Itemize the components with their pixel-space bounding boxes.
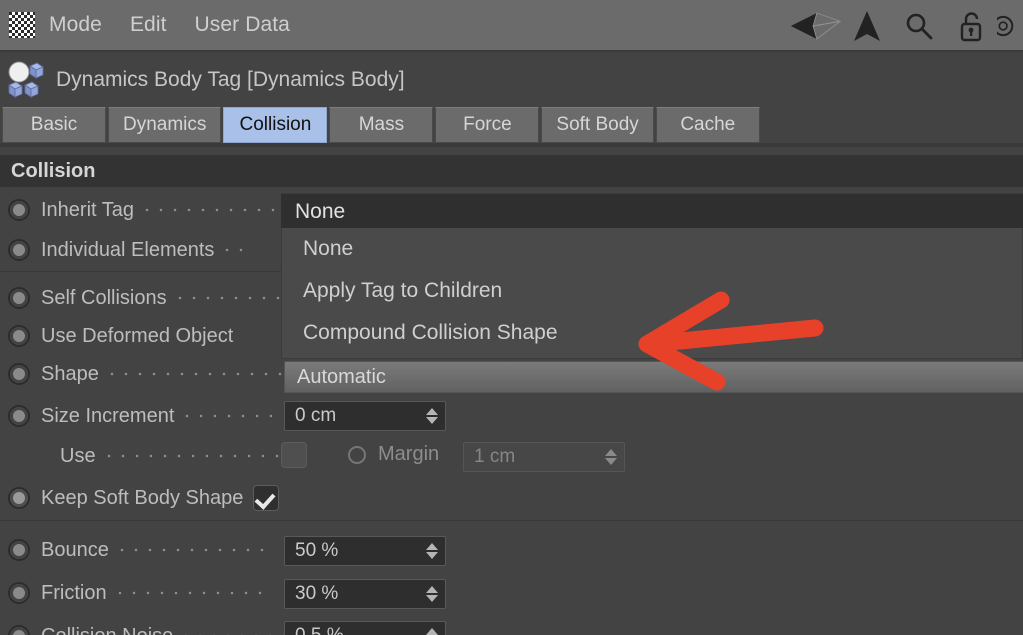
keyframe-dot-icon[interactable]	[8, 582, 30, 604]
keyframe-dot-icon[interactable]	[8, 239, 30, 261]
stepper-arrows-icon[interactable]	[426, 586, 438, 602]
label-collision-noise: Collision Noise	[41, 625, 173, 635]
menu-bar: Mode Edit User Data	[0, 0, 1023, 52]
tab-force[interactable]: Force	[435, 107, 540, 143]
inherit-tag-dropdown-field[interactable]: None	[281, 193, 1023, 229]
divider	[0, 520, 1023, 521]
shape-dropdown[interactable]: Automatic	[284, 361, 1023, 393]
keyframe-dot-icon[interactable]	[8, 405, 30, 427]
menu-item-mode[interactable]: Mode	[49, 13, 102, 37]
row-collision-noise: Collision Noise	[0, 617, 1023, 635]
dot-leader	[101, 446, 282, 466]
label-keep-soft-body-shape: Keep Soft Body Shape	[41, 486, 244, 509]
keyframe-dot-icon[interactable]	[8, 363, 30, 385]
tab-mass[interactable]: Mass	[329, 107, 434, 143]
tab-bar: Basic Dynamics Collision Mass Force Soft…	[0, 107, 1023, 143]
tab-collision[interactable]: Collision	[223, 107, 328, 143]
dot-leader	[112, 583, 268, 603]
size-increment-input[interactable]: 0 cm	[284, 401, 446, 431]
dot-leader	[140, 200, 291, 220]
options-circle-icon[interactable]	[997, 0, 1023, 52]
tab-soft-body[interactable]: Soft Body	[541, 107, 654, 143]
row-keep-soft-body-shape: Keep Soft Body Shape	[0, 479, 1023, 517]
dot-leader	[172, 288, 283, 308]
unlock-icon[interactable]	[945, 0, 997, 52]
dot-leader	[220, 240, 249, 260]
label-friction: Friction	[41, 581, 107, 604]
keyframe-dot-icon[interactable]	[8, 287, 30, 309]
dropdown-option-apply-tag-to-children[interactable]: Apply Tag to Children	[282, 270, 1022, 312]
menu-item-user-data[interactable]: User Data	[195, 13, 290, 37]
label-bounce: Bounce	[41, 538, 109, 561]
keep-soft-body-shape-checkbox[interactable]	[253, 485, 280, 511]
tab-basic[interactable]: Basic	[2, 107, 106, 143]
label-self-collisions: Self Collisions	[41, 286, 167, 309]
size-increment-value: 0 cm	[295, 405, 337, 426]
menu-bar-icons	[789, 0, 1023, 52]
label-shape: Shape	[41, 362, 99, 385]
label-size-increment: Size Increment	[41, 404, 175, 427]
cinema4d-attributes-panel: Mode Edit User Data Dynamics Body Tag [D…	[0, 0, 1023, 635]
dynamics-body-tag-icon	[6, 61, 46, 99]
friction-value: 30 %	[295, 583, 339, 604]
tag-title-row: Dynamics Body Tag [Dynamics Body]	[0, 54, 1023, 106]
label-inherit-tag: Inherit Tag	[41, 198, 135, 221]
tab-underline	[0, 143, 1023, 147]
dropdown-option-compound-collision-shape[interactable]: Compound Collision Shape	[282, 312, 1022, 354]
label-use-deformed-object: Use Deformed Object	[41, 324, 234, 347]
dot-leader	[180, 406, 281, 426]
checker-grid-icon[interactable]	[9, 12, 35, 38]
stepper-arrows-icon[interactable]	[426, 543, 438, 559]
tab-dynamics[interactable]: Dynamics	[108, 107, 222, 143]
margin-value: 1 cm	[474, 446, 516, 467]
stepper-arrows-icon[interactable]	[426, 408, 438, 424]
shape-dropdown-value: Automatic	[297, 365, 386, 388]
collision-noise-value: 0.5 %	[295, 625, 344, 635]
dot-leader	[179, 626, 300, 635]
section-header-collision: Collision	[0, 155, 1023, 187]
dot-leader	[104, 364, 285, 384]
friction-input[interactable]: 30 %	[284, 579, 446, 609]
keyframe-dot-icon[interactable]	[8, 539, 30, 561]
search-icon[interactable]	[893, 0, 945, 52]
keyframe-dot-icon[interactable]	[8, 199, 30, 221]
row-friction: Friction	[0, 574, 1023, 612]
back-arrow-icon[interactable]	[789, 0, 841, 52]
dot-leader	[114, 540, 265, 560]
keyframe-dot-icon[interactable]	[8, 325, 30, 347]
stepper-arrows-icon[interactable]	[605, 449, 617, 465]
label-individual-elements: Individual Elements	[41, 238, 215, 261]
page-title: Dynamics Body Tag [Dynamics Body]	[56, 68, 405, 91]
inherit-tag-dropdown-value: None	[295, 199, 346, 223]
section-header-label: Collision	[11, 159, 96, 182]
bounce-input[interactable]: 50 %	[284, 536, 446, 566]
label-margin: Margin	[378, 443, 440, 465]
tab-cache[interactable]: Cache	[655, 107, 760, 143]
keyframe-dot-icon[interactable]	[8, 487, 30, 509]
menu-item-edit[interactable]: Edit	[130, 13, 167, 37]
margin-keyframe-dot-icon[interactable]	[348, 446, 366, 464]
label-use: Use	[60, 444, 96, 467]
row-bounce: Bounce	[0, 531, 1023, 569]
dropdown-option-none[interactable]: None	[282, 228, 1022, 270]
inherit-tag-dropdown-menu: None Apply Tag to Children Compound Coll…	[281, 228, 1023, 359]
margin-input[interactable]: 1 cm	[463, 442, 625, 472]
use-checkbox[interactable]	[281, 442, 307, 468]
bounce-value: 50 %	[295, 540, 339, 561]
stepper-arrows-icon[interactable]	[426, 628, 438, 635]
collision-noise-input[interactable]: 0.5 %	[284, 621, 446, 635]
keyframe-dot-icon[interactable]	[8, 625, 30, 635]
up-arrow-icon[interactable]	[841, 0, 893, 52]
row-size-increment: Size Increment	[0, 397, 1023, 435]
